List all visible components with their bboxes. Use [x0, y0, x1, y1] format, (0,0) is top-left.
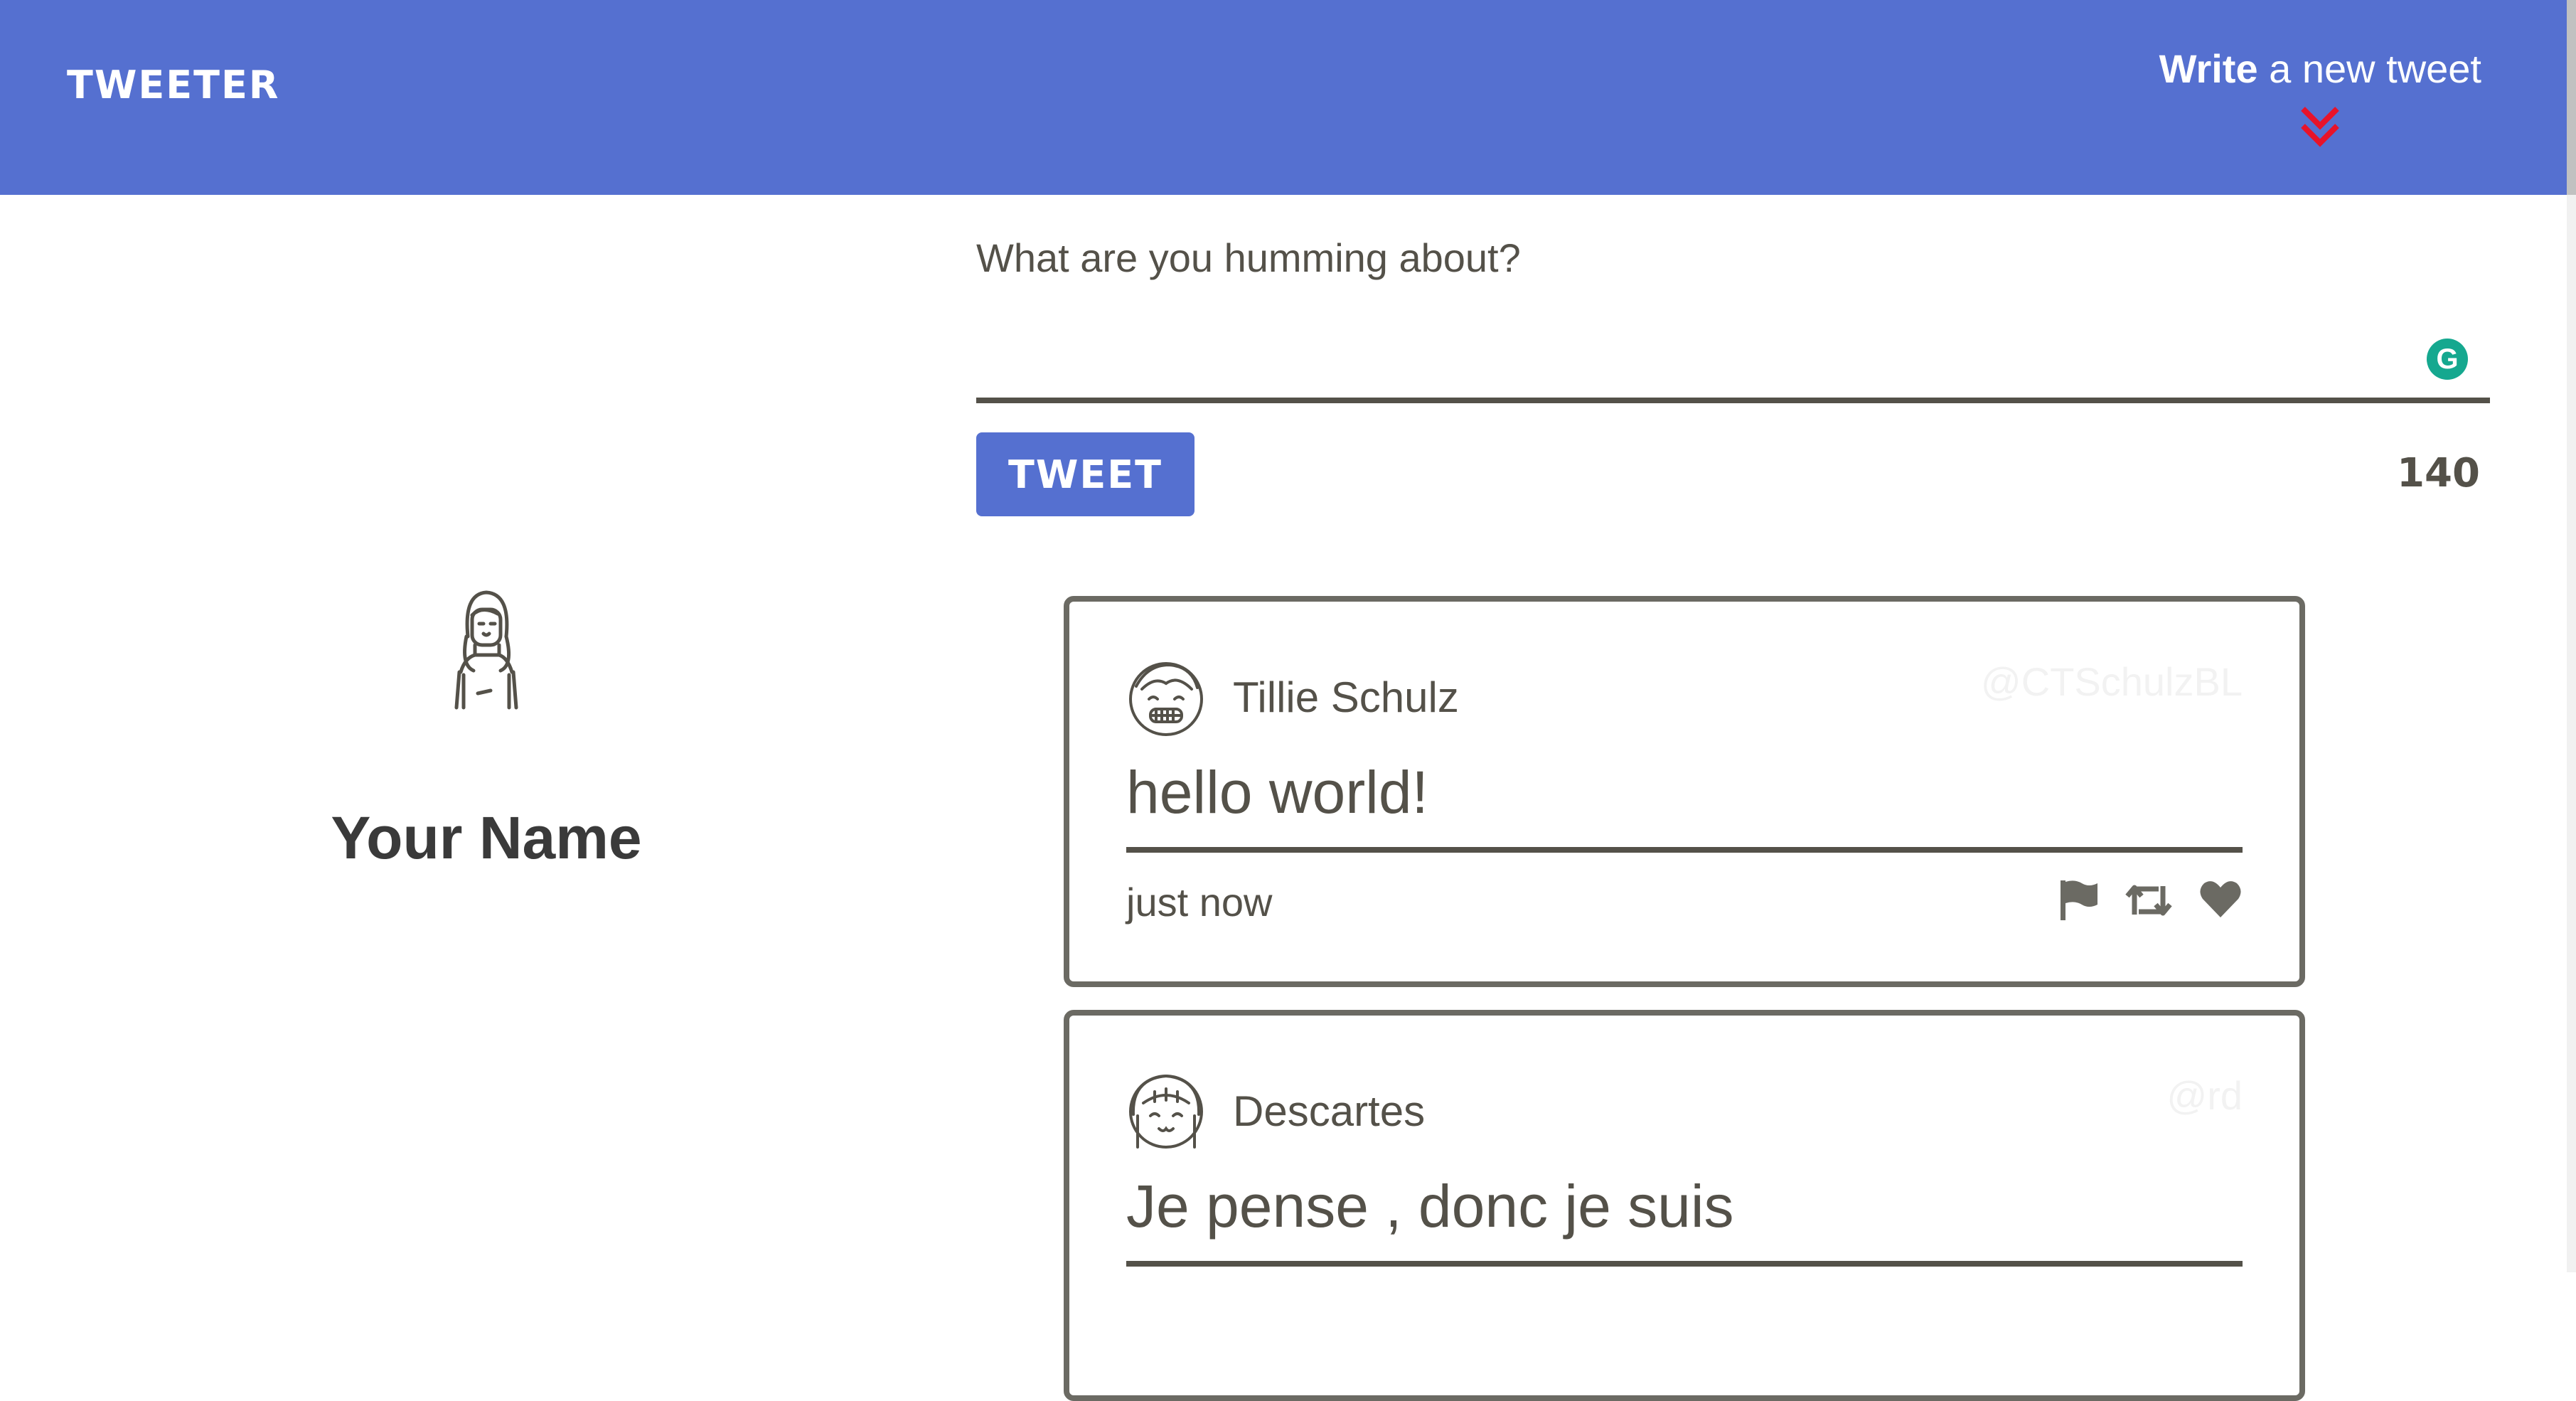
double-chevron-down-icon[interactable] [2299, 105, 2341, 150]
retweet-icon[interactable] [2125, 879, 2173, 922]
tweet-author-handle: @rd [2166, 1073, 2243, 1118]
write-label: Write a new tweet [2159, 46, 2481, 91]
brand-logo[interactable]: TWEETER [67, 63, 279, 107]
grinning-avatar-icon [1129, 662, 1203, 736]
scrollbar-thumb[interactable] [2567, 0, 2576, 195]
heart-icon[interactable] [2198, 879, 2243, 919]
user-display-name: Your Name [331, 804, 642, 871]
tweet-content: hello world! [1126, 758, 2243, 853]
tweet-timestamp: just now [1126, 880, 1273, 925]
tweet-card: Tillie Schulz @CTSchulzBL hello world! j… [1064, 596, 2305, 987]
new-tweet-form: What are you humming about? G TWEET 140 [976, 235, 2490, 516]
tweet-input-label: What are you humming about? [976, 235, 1521, 280]
tweet-submit-button[interactable]: TWEET [976, 432, 1195, 516]
tweet-actions [2058, 879, 2243, 922]
user-avatar-icon [454, 590, 518, 710]
smiling-avatar-icon [1129, 1074, 1203, 1149]
write-new-tweet-toggle[interactable]: Write a new tweet [2159, 46, 2481, 150]
character-counter: 140 [2397, 450, 2480, 496]
tweet-text-input[interactable] [976, 302, 2490, 403]
tweet-card: Descartes @rd Je pense , donc je suis [1064, 1010, 2305, 1401]
write-label-rest: a new tweet [2257, 46, 2481, 91]
tweet-content: Je pense , donc je suis [1126, 1172, 2243, 1267]
flag-icon[interactable] [2058, 879, 2099, 922]
grammarly-icon[interactable]: G [2427, 339, 2468, 380]
top-navbar: TWEETER Write a new tweet [0, 0, 2567, 195]
page-scrollbar[interactable] [2567, 0, 2576, 1272]
tweet-author-name: Descartes [1233, 1087, 1426, 1135]
tweet-author-handle: @CTSchulzBL [1980, 659, 2243, 704]
write-label-bold: Write [2159, 46, 2258, 91]
tweet-author-name: Tillie Schulz [1233, 673, 1459, 721]
